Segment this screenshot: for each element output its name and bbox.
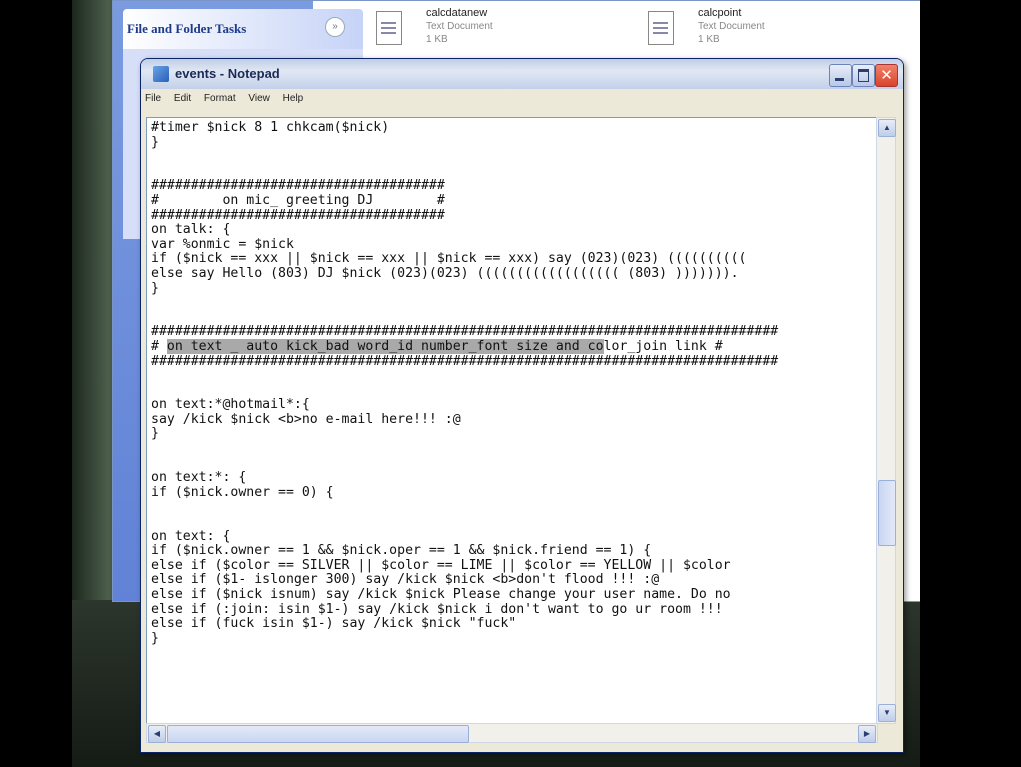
code-line[interactable]: else if ($nick isnum) say /kick $nick Pl… bbox=[151, 587, 778, 603]
menu-help[interactable]: Help bbox=[283, 93, 304, 104]
file-name: calcpoint bbox=[698, 7, 742, 19]
code-line[interactable]: #timer $nick 8 1 chkcam($nick) bbox=[151, 120, 778, 136]
code-line[interactable]: } bbox=[151, 281, 778, 297]
notepad-window[interactable]: events - Notepad ✕ File Edit Format View… bbox=[140, 58, 904, 753]
menu-view[interactable]: View bbox=[248, 93, 270, 104]
file-type: Text Document bbox=[698, 21, 765, 32]
text-document-icon bbox=[376, 11, 402, 45]
menu-format[interactable]: Format bbox=[204, 93, 236, 104]
code-line[interactable] bbox=[151, 165, 778, 180]
code-line[interactable]: ########################################… bbox=[151, 354, 778, 370]
window-title: events - Notepad bbox=[175, 66, 280, 81]
file-list: calcdatanew Text Document 1 KB calcpoint… bbox=[363, 1, 920, 61]
minimize-button[interactable] bbox=[829, 64, 852, 87]
document-text[interactable]: #timer $nick 8 1 chkcam($nick)} ########… bbox=[151, 120, 778, 647]
text-document-icon bbox=[648, 11, 674, 45]
scroll-down-arrow-icon[interactable]: ▼ bbox=[878, 704, 896, 722]
code-line[interactable]: # on text _ auto kick_bad word_id number… bbox=[151, 338, 778, 355]
code-line[interactable]: else if (fuck isin $1-) say /kick $nick … bbox=[151, 617, 778, 632]
code-line[interactable]: } bbox=[151, 135, 778, 151]
horizontal-scroll-thumb[interactable] bbox=[167, 725, 469, 743]
file-size: 1 KB bbox=[426, 34, 448, 45]
close-button[interactable]: ✕ bbox=[875, 64, 898, 87]
code-line[interactable]: on text:*: { bbox=[151, 471, 778, 486]
code-line[interactable] bbox=[151, 515, 778, 530]
code-line[interactable]: if ($nick.owner == 0) { bbox=[151, 485, 778, 501]
vertical-scroll-thumb[interactable] bbox=[878, 480, 896, 546]
code-line[interactable]: if ($nick.owner == 1 && $nick.oper == 1 … bbox=[151, 544, 778, 559]
collapse-icon[interactable]: » bbox=[325, 17, 345, 37]
code-line[interactable]: on talk: { bbox=[151, 223, 778, 238]
code-line[interactable] bbox=[151, 311, 778, 326]
menu-file[interactable]: File bbox=[145, 93, 161, 104]
maximize-button[interactable] bbox=[852, 64, 875, 87]
code-line[interactable]: var %onmic = $nick bbox=[151, 237, 778, 253]
menu-bar: File Edit Format View Help bbox=[145, 93, 313, 113]
scroll-up-arrow-icon[interactable]: ▲ bbox=[878, 119, 896, 137]
scroll-left-arrow-icon[interactable]: ◀ bbox=[148, 725, 166, 743]
code-line[interactable] bbox=[151, 296, 778, 311]
code-line[interactable]: ########################################… bbox=[151, 325, 778, 340]
code-line[interactable] bbox=[151, 384, 778, 399]
notepad-icon bbox=[153, 66, 169, 82]
file-type: Text Document bbox=[426, 21, 493, 32]
file-size: 1 KB bbox=[698, 34, 720, 45]
code-line[interactable] bbox=[151, 150, 778, 165]
code-line[interactable] bbox=[151, 500, 778, 515]
file-name: calcdatanew bbox=[426, 7, 488, 19]
code-line[interactable]: say /kick $nick <b>no e-mail here!!! :@ bbox=[151, 412, 778, 428]
task-box-title: File and Folder Tasks bbox=[127, 21, 247, 36]
code-line[interactable]: else say Hello (803) DJ $nick (023)(023)… bbox=[151, 266, 778, 282]
code-line[interactable]: else if ($1- islonger 300) say /kick $ni… bbox=[151, 573, 778, 588]
code-line[interactable]: # on mic_ greeting DJ # bbox=[151, 193, 778, 209]
text-editor[interactable]: #timer $nick 8 1 chkcam($nick)} ########… bbox=[146, 117, 878, 724]
vertical-scrollbar[interactable]: ▲ ▼ bbox=[876, 117, 896, 724]
scroll-right-arrow-icon[interactable]: ▶ bbox=[858, 725, 876, 743]
code-line[interactable]: on text:*@hotmail*:{ bbox=[151, 398, 778, 413]
code-line[interactable]: ##################################### bbox=[151, 208, 778, 224]
code-line[interactable]: } bbox=[151, 427, 778, 442]
title-bar[interactable]: events - Notepad ✕ bbox=[141, 59, 903, 89]
code-line[interactable] bbox=[151, 457, 778, 472]
code-line[interactable]: on text: { bbox=[151, 529, 778, 545]
text-selection: on text _ auto kick_bad word_id number_f… bbox=[166, 338, 604, 354]
code-line[interactable] bbox=[151, 442, 778, 457]
code-line[interactable]: } bbox=[151, 631, 778, 647]
code-line[interactable]: else if ($color == SILVER || $color == L… bbox=[151, 558, 778, 574]
horizontal-scrollbar[interactable]: ◀ ▶ bbox=[146, 723, 878, 743]
code-line[interactable]: if ($nick == xxx || $nick == xxx || $nic… bbox=[151, 252, 778, 267]
code-line[interactable] bbox=[151, 369, 778, 384]
code-line[interactable]: else if (:join: isin $1-) say /kick $nic… bbox=[151, 602, 778, 618]
menu-edit[interactable]: Edit bbox=[174, 93, 191, 104]
code-line[interactable]: ##################################### bbox=[151, 179, 778, 194]
